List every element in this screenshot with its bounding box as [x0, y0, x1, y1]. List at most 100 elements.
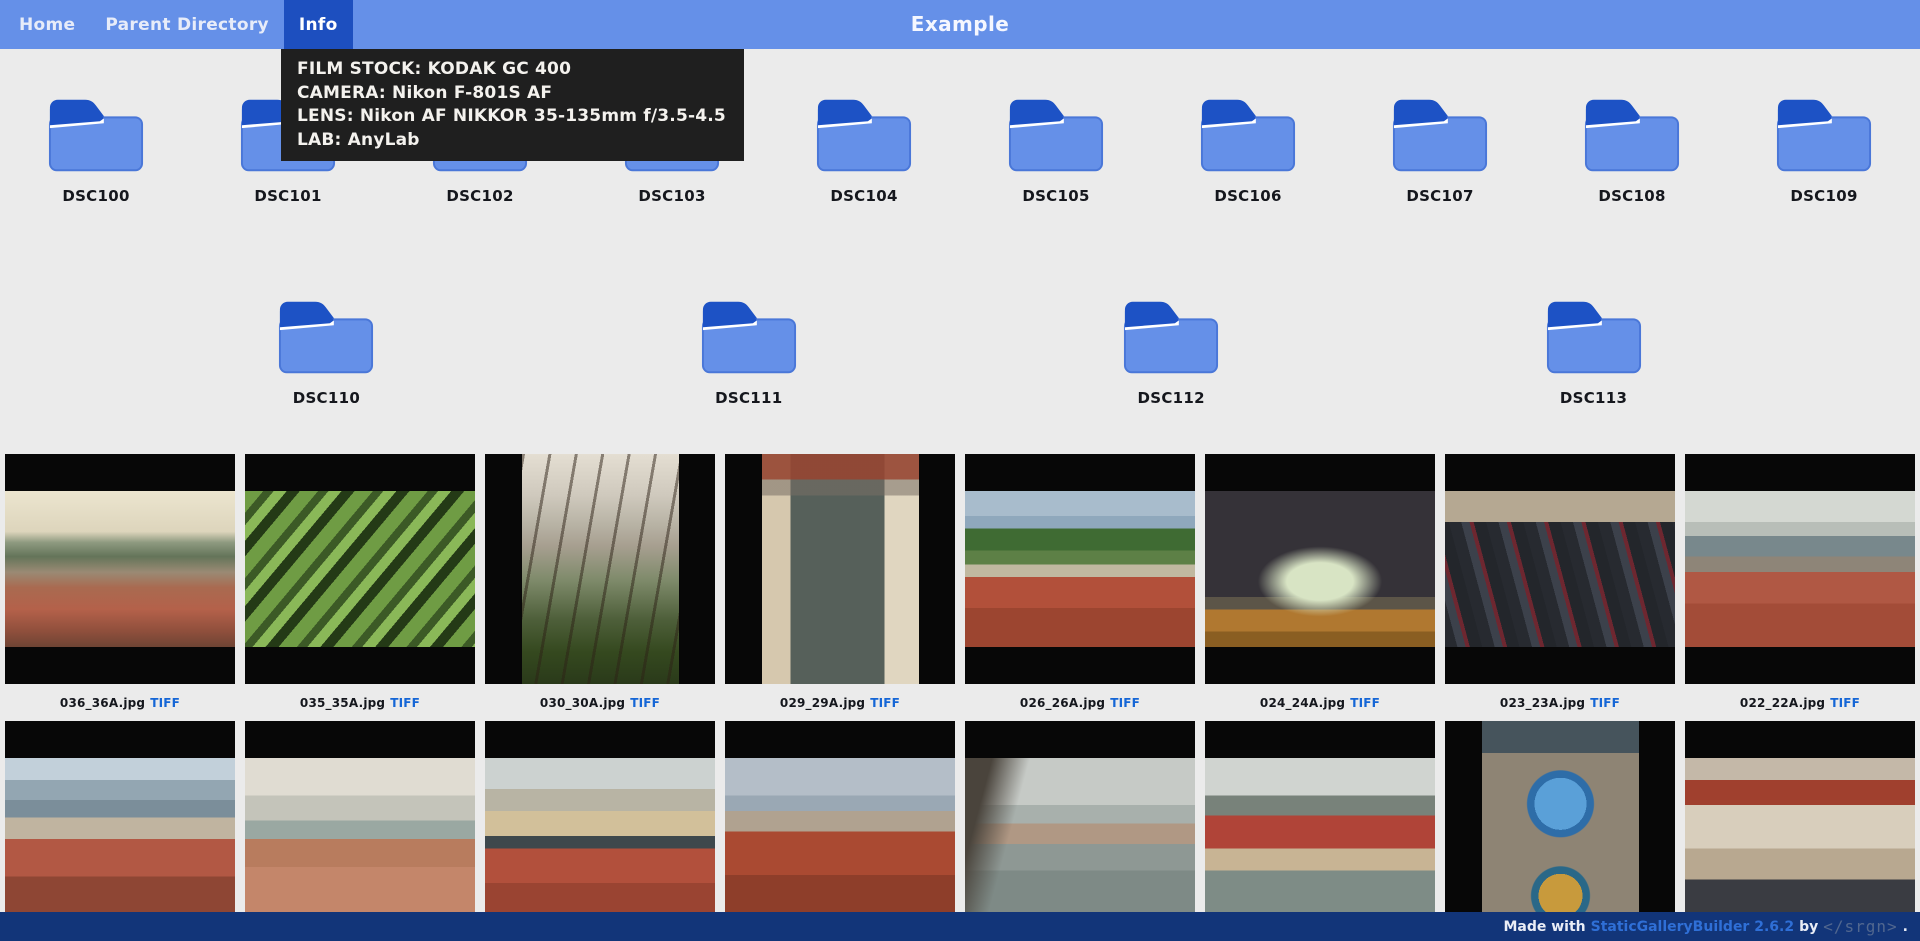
photo-thumbnail[interactable] [485, 758, 715, 914]
image-label: 022_22A.jpg TIFF [1685, 696, 1915, 710]
folder-label: DSC105 [1022, 187, 1089, 205]
info-tooltip: FILM STOCK: KODAK GC 400 CAMERA: Nikon F… [281, 49, 744, 161]
folder-label: DSC112 [1137, 389, 1204, 407]
folder-label: DSC111 [715, 389, 782, 407]
folder-label: DSC101 [254, 187, 321, 205]
photo-thumbnail[interactable] [1205, 758, 1435, 914]
folder-item[interactable]: DSC104 [768, 95, 960, 205]
navbar: Home Parent Directory Info Example [0, 0, 1920, 49]
folder-item[interactable]: DSC113 [1498, 297, 1690, 407]
folder-icon [1007, 95, 1105, 175]
tooltip-line-film-stock: FILM STOCK: KODAK GC 400 [297, 58, 726, 82]
image-cell[interactable] [485, 721, 715, 941]
static-gallery-builder-link[interactable]: StaticGalleryBuilder 2.6.2 [1591, 919, 1794, 935]
image-cell[interactable] [245, 721, 475, 941]
image-label: 024_24A.jpg TIFF [1205, 696, 1435, 710]
photo-thumbnail[interactable] [1685, 491, 1915, 647]
gallery-label-row: 036_36A.jpg TIFF 035_35A.jpg TIFF 030_30… [0, 684, 1920, 721]
folder-item[interactable]: DSC111 [653, 297, 845, 407]
tiff-link[interactable]: TIFF [870, 696, 900, 710]
image-cell[interactable] [725, 721, 955, 941]
photo-thumbnail[interactable] [1205, 491, 1435, 647]
folder-label: DSC110 [293, 389, 360, 407]
footer-by-text: by [1799, 919, 1818, 935]
tiff-link[interactable]: TIFF [1590, 696, 1620, 710]
folder-icon [47, 95, 145, 175]
gallery: 036_36A.jpg TIFF 035_35A.jpg TIFF 030_30… [0, 454, 1920, 941]
photo-thumbnail[interactable] [1685, 758, 1915, 914]
tiff-link[interactable]: TIFF [1350, 696, 1380, 710]
tiff-link[interactable]: TIFF [150, 696, 180, 710]
folder-item[interactable]: DSC108 [1536, 95, 1728, 205]
tiff-link[interactable]: TIFF [1110, 696, 1140, 710]
footer-suffix-text: . [1903, 919, 1908, 935]
photo-thumbnail[interactable] [725, 758, 955, 914]
photo-thumbnail[interactable] [5, 491, 235, 647]
folder-label: DSC100 [62, 187, 129, 205]
folder-icon [277, 297, 375, 377]
tooltip-line-lens: LENS: Nikon AF NIKKOR 35-135mm f/3.5-4.5 [297, 105, 726, 129]
image-cell[interactable] [1685, 454, 1915, 684]
image-filename: 036_36A.jpg [60, 696, 145, 710]
image-cell[interactable] [725, 454, 955, 684]
photo-thumbnail[interactable] [245, 491, 475, 647]
tiff-link[interactable]: TIFF [390, 696, 420, 710]
image-cell[interactable] [1445, 454, 1675, 684]
image-label: 036_36A.jpg TIFF [5, 696, 235, 710]
folder-icon [1199, 95, 1297, 175]
nav-item-info[interactable]: Info [284, 0, 353, 49]
folder-item[interactable]: DSC106 [1152, 95, 1344, 205]
image-cell[interactable] [1205, 721, 1435, 941]
photo-thumbnail[interactable] [5, 758, 235, 914]
footer-made-with-text: Made with [1503, 919, 1585, 935]
folder-icon [815, 95, 913, 175]
folder-label: DSC113 [1560, 389, 1627, 407]
folder-label: DSC107 [1406, 187, 1473, 205]
image-filename: 026_26A.jpg [1020, 696, 1105, 710]
photo-thumbnail[interactable] [245, 758, 475, 914]
image-cell[interactable] [245, 454, 475, 684]
image-label: 026_26A.jpg TIFF [965, 696, 1195, 710]
folder-label: DSC102 [446, 187, 513, 205]
author-logo-link[interactable]: </srgn> [1823, 917, 1897, 936]
photo-thumbnail[interactable] [1482, 721, 1639, 941]
photo-thumbnail[interactable] [965, 491, 1195, 647]
image-label: 030_30A.jpg TIFF [485, 696, 715, 710]
image-cell[interactable] [5, 454, 235, 684]
image-filename: 024_24A.jpg [1260, 696, 1345, 710]
photo-thumbnail[interactable] [522, 454, 679, 684]
image-label: 023_23A.jpg TIFF [1445, 696, 1675, 710]
tiff-link[interactable]: TIFF [630, 696, 660, 710]
image-cell[interactable] [1205, 454, 1435, 684]
image-label: 035_35A.jpg TIFF [245, 696, 475, 710]
tiff-link[interactable]: TIFF [1830, 696, 1860, 710]
photo-thumbnail[interactable] [1445, 491, 1675, 647]
image-cell[interactable] [965, 454, 1195, 684]
folder-item[interactable]: DSC100 [0, 95, 192, 205]
image-cell[interactable] [1445, 721, 1675, 941]
image-cell[interactable] [1685, 721, 1915, 941]
tooltip-line-lab: LAB: AnyLab [297, 129, 726, 153]
folder-icon [700, 297, 798, 377]
image-cell[interactable] [965, 721, 1195, 941]
folder-item[interactable]: DSC109 [1728, 95, 1920, 205]
image-filename: 029_29A.jpg [780, 696, 865, 710]
photo-thumbnail[interactable] [965, 758, 1195, 914]
folder-icon [1583, 95, 1681, 175]
image-label: 029_29A.jpg TIFF [725, 696, 955, 710]
nav-item-parent-directory[interactable]: Parent Directory [90, 0, 284, 49]
folder-item[interactable]: DSC112 [1075, 297, 1267, 407]
folder-icon [1775, 95, 1873, 175]
folder-item[interactable]: DSC105 [960, 95, 1152, 205]
nav-item-home[interactable]: Home [4, 0, 90, 49]
image-cell[interactable] [5, 721, 235, 941]
image-filename: 022_22A.jpg [1740, 696, 1825, 710]
image-cell[interactable] [485, 454, 715, 684]
folder-icon [1122, 297, 1220, 377]
image-filename: 030_30A.jpg [540, 696, 625, 710]
folder-label: DSC103 [638, 187, 705, 205]
folder-item[interactable]: DSC110 [230, 297, 422, 407]
folder-item[interactable]: DSC107 [1344, 95, 1536, 205]
folder-icon [1391, 95, 1489, 175]
photo-thumbnail[interactable] [762, 454, 919, 684]
